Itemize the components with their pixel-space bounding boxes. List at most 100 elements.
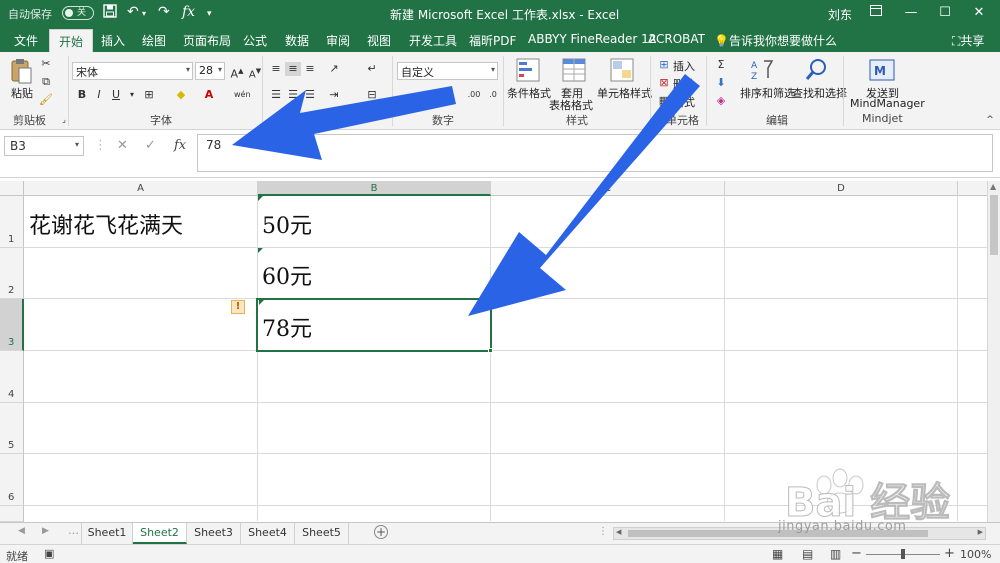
next-sheet-icon[interactable]: ▶ bbox=[42, 526, 49, 536]
zoom-level[interactable]: 100% bbox=[960, 548, 991, 561]
fill-icon[interactable]: ⬇ bbox=[713, 76, 729, 90]
mindmanager-icon[interactable]: M bbox=[869, 58, 895, 85]
conditional-format-label[interactable]: 条件格式 bbox=[507, 85, 551, 101]
underline-button[interactable]: U bbox=[108, 88, 124, 102]
tab-file[interactable]: 文件 bbox=[14, 32, 38, 49]
indent-icon[interactable]: ⇥ bbox=[326, 88, 342, 102]
merge-center-icon[interactable]: ⊟ bbox=[364, 88, 380, 102]
delete-cells-icon[interactable]: ⊠ bbox=[656, 76, 672, 90]
number-format-combo[interactable]: 自定义 ▾ bbox=[397, 62, 498, 80]
tab-formulas[interactable]: 公式 bbox=[243, 32, 267, 49]
sheet-tab-2[interactable]: Sheet2 bbox=[133, 523, 187, 544]
cut-icon[interactable]: ✂ bbox=[38, 57, 54, 71]
row-header-3[interactable]: 3 bbox=[0, 299, 24, 351]
cancel-entry-icon[interactable]: ✕ bbox=[117, 138, 128, 153]
cell-a1[interactable]: 花谢花飞花满天 bbox=[29, 208, 183, 240]
more-sheets-icon[interactable]: … bbox=[68, 524, 79, 537]
column-header-d[interactable]: D bbox=[725, 181, 958, 196]
tab-acrobat[interactable]: ACROBAT bbox=[648, 32, 705, 46]
row-header-1[interactable]: 1 bbox=[0, 196, 24, 248]
close-icon[interactable]: ✕ bbox=[969, 3, 989, 23]
user-name[interactable]: 刘东 bbox=[828, 6, 852, 23]
tab-draw[interactable]: 绘图 bbox=[142, 32, 166, 49]
tab-abbyy[interactable]: ABBYY FineReader 12 bbox=[528, 32, 656, 46]
autosum-icon[interactable]: Σ bbox=[713, 58, 729, 72]
sheet-tab-4[interactable]: Sheet4 bbox=[241, 523, 295, 544]
insert-cells-icon[interactable]: ⊞ bbox=[656, 58, 672, 72]
format-cells-label[interactable]: 格式 bbox=[673, 94, 695, 110]
delete-cells-label[interactable]: 删除 bbox=[673, 76, 695, 92]
tab-view[interactable]: 视图 bbox=[367, 32, 391, 49]
font-color-icon[interactable]: A bbox=[201, 88, 217, 102]
align-center-icon[interactable]: ☰ bbox=[285, 88, 301, 102]
collapse-ribbon-icon[interactable]: ^ bbox=[982, 113, 998, 127]
clipboard-launcher-icon[interactable]: ⌟ bbox=[56, 113, 72, 127]
align-right-icon[interactable]: ☰ bbox=[302, 88, 318, 102]
normal-view-icon[interactable]: ▦ bbox=[772, 547, 783, 561]
borders-icon[interactable]: ⊞ bbox=[141, 88, 157, 102]
tell-me-search[interactable]: 💡告诉我你想要做什么 bbox=[714, 32, 837, 49]
confirm-entry-icon[interactable]: ✓ bbox=[145, 138, 156, 153]
share-button[interactable]: ⛶共享 bbox=[952, 32, 984, 49]
increase-font-icon[interactable]: A▲ bbox=[229, 64, 245, 81]
cell-styles-label[interactable]: 单元格样式 bbox=[597, 85, 652, 101]
sort-filter-icon[interactable]: AZ bbox=[750, 58, 774, 85]
copy-icon[interactable]: ⧉ bbox=[38, 75, 54, 89]
align-left-icon[interactable]: ☰ bbox=[268, 88, 284, 102]
align-middle-icon[interactable]: ≡ bbox=[285, 62, 301, 76]
maximize-icon[interactable]: ☐ bbox=[935, 3, 955, 23]
vertical-scrollbar[interactable]: ▲ bbox=[987, 181, 1000, 523]
tab-insert[interactable]: 插入 bbox=[101, 32, 125, 49]
row-header-7[interactable] bbox=[0, 506, 24, 522]
paste-icon[interactable] bbox=[10, 57, 32, 88]
record-macro-icon[interactable]: ▣ bbox=[44, 547, 54, 560]
prev-sheet-icon[interactable]: ◀ bbox=[18, 526, 25, 536]
increase-decimal-icon[interactable]: .00 bbox=[466, 88, 482, 102]
paste-label[interactable]: 粘贴 bbox=[11, 85, 33, 101]
cell-styles-icon[interactable] bbox=[610, 58, 634, 85]
fill-handle[interactable] bbox=[488, 348, 493, 353]
row-header-2[interactable]: 2 bbox=[0, 248, 24, 299]
tab-home[interactable]: 开始 bbox=[49, 29, 94, 52]
insert-cells-label[interactable]: 插入 bbox=[673, 58, 695, 74]
row-header-6[interactable]: 6 bbox=[0, 454, 24, 506]
decrease-decimal-icon[interactable]: .0 bbox=[485, 88, 501, 102]
error-warning-icon[interactable]: ! bbox=[231, 300, 245, 314]
add-sheet-icon[interactable]: + bbox=[374, 525, 388, 539]
cell-b2[interactable]: 60元 bbox=[262, 259, 312, 291]
insert-function-qat-icon[interactable]: fx bbox=[182, 4, 195, 20]
redo-icon[interactable]: ↷ bbox=[158, 4, 170, 20]
select-all-button[interactable] bbox=[0, 181, 24, 196]
ribbon-display-icon[interactable] bbox=[866, 3, 886, 23]
align-top-icon[interactable]: ≡ bbox=[268, 62, 284, 76]
row-header-4[interactable]: 4 bbox=[0, 351, 24, 403]
zoom-in-icon[interactable]: + bbox=[944, 546, 955, 561]
font-size-combo[interactable]: 28 ▾ bbox=[195, 62, 225, 80]
zoom-slider-thumb[interactable] bbox=[901, 549, 905, 559]
customize-qat-icon[interactable]: ▾ bbox=[207, 9, 212, 19]
font-name-combo[interactable]: 宋体 ▾ bbox=[72, 62, 193, 80]
phonetic-icon[interactable]: wén bbox=[234, 88, 251, 102]
tab-foxit-pdf[interactable]: 福昕PDF bbox=[469, 32, 516, 49]
name-box[interactable]: B3 ▾ bbox=[4, 136, 84, 156]
italic-button[interactable]: I bbox=[91, 88, 107, 102]
bold-button[interactable]: B bbox=[74, 88, 90, 102]
orientation-icon[interactable]: ↗ bbox=[326, 62, 342, 76]
cell-b1[interactable]: 50元 bbox=[262, 208, 312, 240]
column-header-c[interactable]: C bbox=[491, 181, 725, 196]
autosave-toggle[interactable]: 关 bbox=[62, 6, 94, 20]
sort-filter-label[interactable]: 排序和筛选 bbox=[740, 85, 795, 101]
column-header-a[interactable]: A bbox=[24, 181, 258, 196]
tab-developer[interactable]: 开发工具 bbox=[409, 32, 457, 49]
format-table-label-2[interactable]: 表格格式 bbox=[549, 97, 593, 113]
mindmanager-label[interactable]: MindManager bbox=[850, 97, 925, 110]
tab-data[interactable]: 数据 bbox=[285, 32, 309, 49]
page-layout-view-icon[interactable]: ▤ bbox=[802, 547, 813, 561]
wrap-text-icon[interactable]: ↵ bbox=[364, 62, 380, 76]
minimize-icon[interactable]: — bbox=[901, 3, 921, 23]
tab-review[interactable]: 审阅 bbox=[326, 32, 350, 49]
scroll-left-icon[interactable]: ◀ bbox=[616, 528, 621, 536]
row-header-5[interactable]: 5 bbox=[0, 403, 24, 454]
formula-input[interactable]: 78 bbox=[197, 134, 993, 172]
decrease-font-icon[interactable]: A▼ bbox=[247, 64, 263, 80]
